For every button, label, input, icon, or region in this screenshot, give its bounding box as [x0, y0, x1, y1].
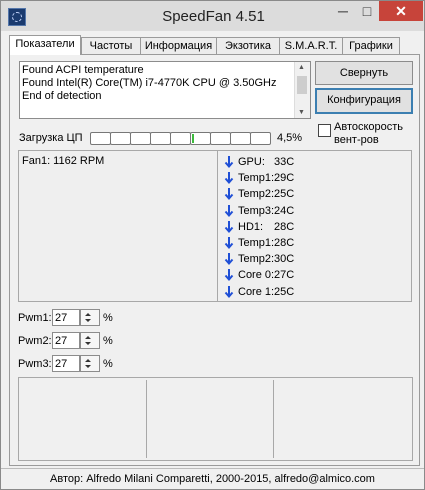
temp-sensor-name: Temp2: — [238, 188, 275, 201]
temp-sensor-name: GPU: — [238, 156, 265, 168]
maximize-window-button[interactable]: □ — [355, 1, 379, 21]
tab-smart[interactable]: S.M.A.R.T. — [279, 37, 343, 54]
arrow-down-icon — [224, 172, 234, 185]
arrow-down-icon — [224, 220, 234, 233]
readings-panel: Found ACPI temperature Found Intel(R) Co… — [9, 54, 420, 466]
spinner-arrows-icon — [85, 336, 91, 345]
pwm2-unit: % — [103, 335, 113, 347]
autospeed-checkbox[interactable] — [318, 124, 331, 137]
pwm3-label: Pwm3: — [18, 358, 52, 370]
temp-value: 25C — [274, 285, 295, 298]
speedfan-window: SpeedFan 4.51 ─ □ ✕ Показатели Частоты И… — [0, 0, 425, 490]
scroll-up-icon[interactable]: ▲ — [298, 64, 305, 71]
temp-sensor-name: Core 0: — [238, 269, 275, 282]
scroll-thumb[interactable] — [297, 76, 307, 94]
cpu-meter-segment — [90, 132, 111, 145]
cpu-meter-segment — [170, 132, 191, 145]
log-line: Found ACPI temperature — [22, 64, 144, 76]
temp-value: 24C — [274, 204, 295, 217]
temp-sensor-name: Core 1: — [238, 285, 275, 298]
log-line: Found Intel(R) Core(TM) i7-4770K CPU @ 3… — [22, 77, 277, 89]
temp-value: 28C — [274, 220, 295, 233]
arrow-down-icon — [224, 237, 234, 250]
pwm1-input[interactable]: 27 — [52, 309, 80, 326]
autospeed-label-line: Автоскорость — [334, 121, 404, 133]
autospeed-label-line: вент-ров — [334, 134, 379, 146]
temperatures-box: GPU: 33C Temp1: 29C Temp2: 25C Temp3: 24C HD1: 28… — [217, 150, 412, 302]
cpu-meter-segment — [230, 132, 251, 145]
spinner-arrows-icon — [85, 313, 91, 322]
configure-button[interactable]: Конфигурация — [315, 88, 413, 114]
title-bar: SpeedFan 4.51 ─ □ ✕ — [1, 1, 424, 31]
scroll-down-icon[interactable]: ▼ — [298, 109, 305, 116]
cpu-meter-segment — [190, 132, 211, 145]
tab-exotics[interactable]: Экзотика — [216, 37, 280, 54]
pwm1-spinner[interactable] — [80, 309, 100, 326]
arrow-down-icon — [224, 188, 234, 201]
detection-log[interactable]: Found ACPI temperature Found Intel(R) Co… — [19, 61, 311, 119]
pwm1-unit: % — [103, 312, 113, 324]
cpu-usage-label: Загрузка ЦП — [19, 132, 83, 144]
cpu-usage-value: 4,5% — [277, 132, 303, 144]
temp-value: 25C — [274, 188, 295, 201]
temp-sensor-name: Temp1: — [238, 172, 275, 185]
temp-value: 27C — [274, 269, 295, 282]
log-line: End of detection — [22, 90, 102, 102]
cpu-meter-fill — [192, 134, 194, 143]
tab-charts[interactable]: Графики — [342, 37, 400, 54]
tab-info[interactable]: Информация — [140, 37, 217, 54]
arrow-down-icon — [224, 204, 234, 217]
close-window-button[interactable]: ✕ — [379, 1, 423, 21]
graph-area — [18, 377, 413, 461]
pwm3-unit: % — [103, 358, 113, 370]
arrow-down-icon — [224, 269, 234, 282]
temp-value: 29C — [274, 172, 295, 185]
tab-readings[interactable]: Показатели — [9, 35, 81, 55]
tab-clock[interactable]: Частоты — [81, 37, 141, 54]
spinner-arrows-icon — [85, 359, 91, 368]
temp-sensor-name: HD1: — [238, 220, 264, 233]
temp-value: 30C — [274, 253, 295, 266]
minimize-button[interactable]: Свернуть — [315, 61, 413, 85]
pwm3-spinner[interactable] — [80, 355, 100, 372]
temp-sensor-name: Temp2: — [238, 253, 275, 266]
arrow-down-icon — [224, 156, 234, 169]
pwm1-label: Pwm1: — [18, 312, 52, 324]
status-bar: Автор: Alfredo Milani Comparetti, 2000-2… — [1, 468, 424, 489]
pwm2-label: Pwm2: — [18, 335, 52, 347]
cpu-meter-segment — [150, 132, 171, 145]
autospeed-label: Автоскорость вент-ров — [334, 121, 403, 147]
temp-sensor-name: Temp3: — [238, 204, 275, 217]
cpu-meter-segment — [210, 132, 231, 145]
cpu-meter-segment — [110, 132, 131, 145]
pwm2-input[interactable]: 27 — [52, 332, 80, 349]
arrow-down-icon — [224, 285, 234, 298]
cpu-meter-segment — [130, 132, 151, 145]
temp-value: 33C — [274, 156, 295, 168]
minimize-window-button[interactable]: ─ — [331, 1, 355, 21]
temp-value: 28C — [274, 237, 295, 249]
graph-divider — [273, 380, 274, 458]
fans-box: Fan1: 1162 RPM — [18, 150, 219, 302]
fan-speed: Fan1: 1162 RPM — [22, 155, 105, 167]
graph-divider — [146, 380, 147, 458]
temp-sensor-name: Temp1: — [238, 237, 275, 249]
cpu-meter-segment — [250, 132, 271, 145]
log-scrollbar[interactable]: ▲ ▼ — [294, 62, 310, 118]
arrow-down-icon — [224, 253, 234, 266]
pwm3-input[interactable]: 27 — [52, 355, 80, 372]
pwm2-spinner[interactable] — [80, 332, 100, 349]
